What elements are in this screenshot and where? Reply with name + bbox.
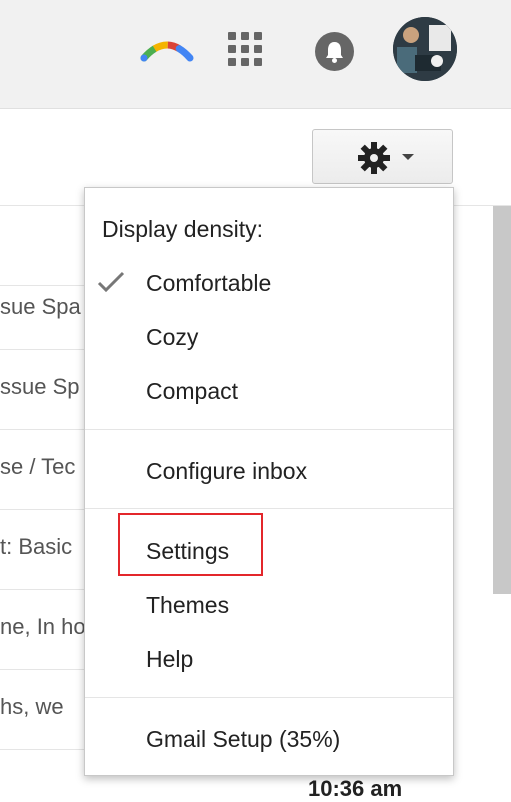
bell-icon xyxy=(326,42,343,63)
menu-item-compact[interactable]: Compact xyxy=(85,370,453,414)
settings-dropdown-menu: Display density: Comfortable Cozy Compac… xyxy=(84,187,454,776)
menu-item-gmail-setup[interactable]: Gmail Setup (35%) xyxy=(85,718,453,762)
menu-item-themes[interactable]: Themes xyxy=(85,584,453,628)
menu-divider xyxy=(85,508,453,509)
notifications-button[interactable] xyxy=(315,32,354,71)
menu-item-cozy[interactable]: Cozy xyxy=(85,316,453,360)
checkmark-icon xyxy=(97,271,125,293)
email-snippet: ne, In ho xyxy=(0,614,86,639)
profile-avatar[interactable] xyxy=(393,17,457,81)
scrollbar[interactable] xyxy=(493,206,511,594)
menu-item-label: Gmail Setup (35%) xyxy=(146,726,341,752)
menu-item-comfortable[interactable]: Comfortable xyxy=(85,262,453,306)
menu-item-label: Compact xyxy=(146,378,239,404)
menu-item-label: Themes xyxy=(146,592,230,618)
menu-divider xyxy=(85,429,453,430)
menu-item-label: Cozy xyxy=(146,324,199,350)
email-snippet: hs, we xyxy=(0,694,64,719)
email-snippet: t: Basic xyxy=(0,534,73,559)
menu-item-label: Configure inbox xyxy=(146,458,308,484)
settings-gear-button[interactable] xyxy=(312,129,453,184)
email-snippet: sue Spa xyxy=(0,294,81,319)
apps-grid-icon[interactable] xyxy=(228,32,262,66)
menu-item-help[interactable]: Help xyxy=(85,638,453,682)
menu-item-label: Comfortable xyxy=(146,270,272,296)
email-timestamp: 10:36 am xyxy=(308,776,403,801)
menu-item-label: Help xyxy=(146,646,194,672)
gear-icon xyxy=(358,142,390,174)
multicolor-arc-icon[interactable] xyxy=(140,30,194,64)
email-snippet: se / Tec xyxy=(0,454,76,479)
email-snippet: ssue Sp xyxy=(0,374,80,399)
settings-highlight-box xyxy=(118,513,263,576)
menu-divider xyxy=(85,697,453,698)
app-header xyxy=(0,0,511,109)
display-density-heading: Display density: xyxy=(102,216,264,242)
avatar-photo-icon xyxy=(393,17,457,81)
menu-item-configure-inbox[interactable]: Configure inbox xyxy=(85,450,453,494)
caret-down-icon xyxy=(402,154,414,160)
